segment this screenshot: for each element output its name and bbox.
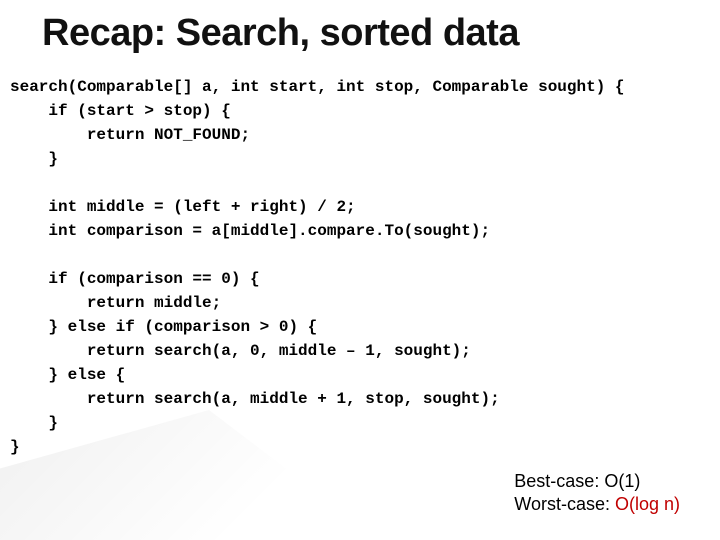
slide-title: Recap: Search, sorted data [42, 12, 519, 55]
code-block: search(Comparable[] a, int start, int st… [10, 75, 625, 459]
best-case-line: Best-case: O(1) [514, 470, 680, 493]
slide: Recap: Search, sorted data search(Compar… [0, 0, 720, 540]
complexity-box: Best-case: O(1) Worst-case: O(log n) [514, 470, 680, 515]
best-case-value: O(1) [604, 471, 640, 491]
worst-case-value: O(log n) [615, 494, 680, 514]
worst-case-label: Worst-case: [514, 494, 615, 514]
best-case-label: Best-case: [514, 471, 604, 491]
worst-case-line: Worst-case: O(log n) [514, 493, 680, 516]
